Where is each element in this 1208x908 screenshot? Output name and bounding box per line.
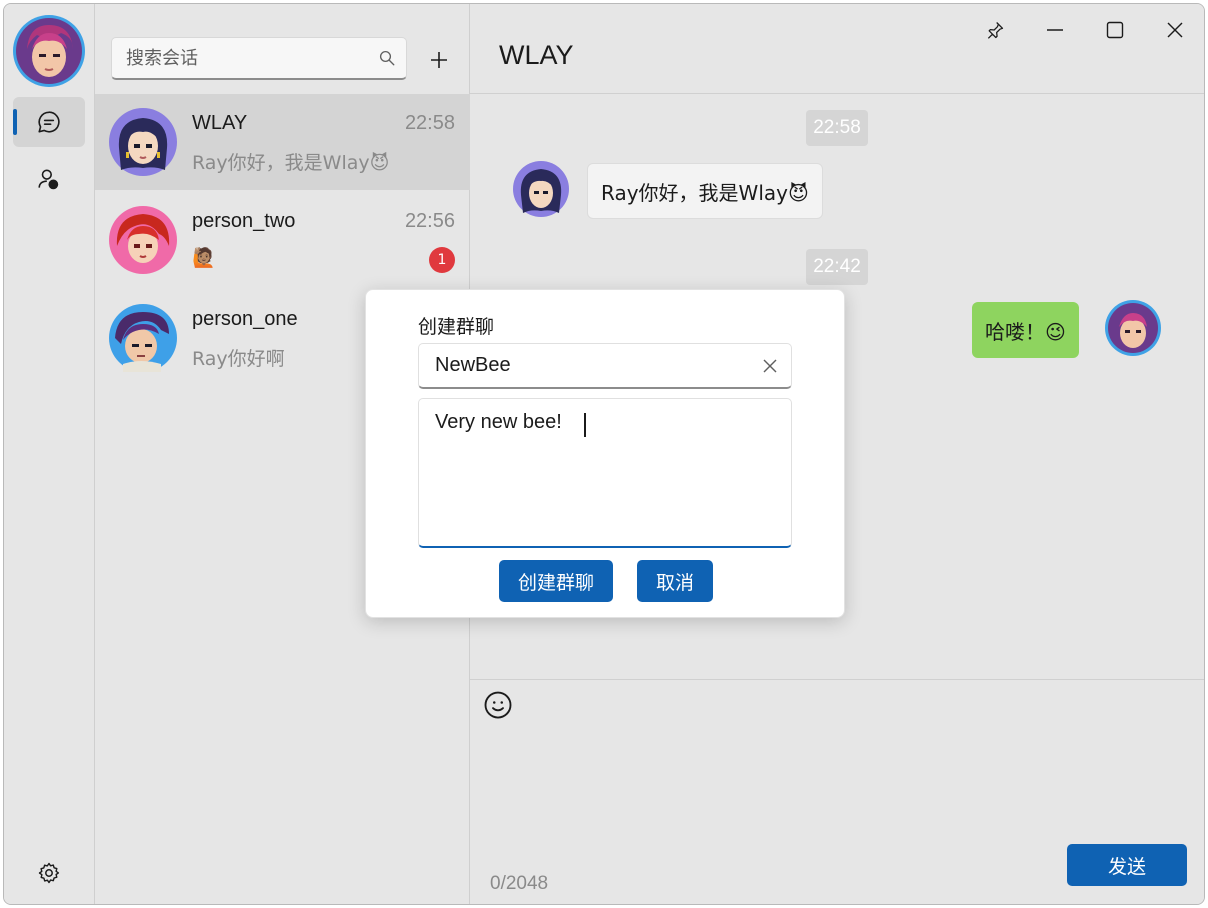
nav-chats-button[interactable] <box>13 97 85 147</box>
app-window: WLAY 22:58 Ray你好，我是Wlay😈 person_two 22:5… <box>3 3 1205 905</box>
close-button[interactable] <box>1152 12 1198 48</box>
conversation-time: 22:58 <box>404 112 455 134</box>
conversation-name: WLAY <box>192 112 248 134</box>
settings-button[interactable] <box>32 856 66 890</box>
conversation-name: person_two <box>192 210 296 232</box>
incoming-message-bubble[interactable]: Ray你好，我是Wlay😈 <box>587 163 823 219</box>
text-caret <box>584 413 586 437</box>
avatar <box>109 206 177 274</box>
message-composer[interactable]: 0/2048 发送 <box>470 679 1204 904</box>
character-counter: 0/2048 <box>490 873 549 894</box>
contact-avatar[interactable] <box>513 161 569 217</box>
search-box[interactable] <box>111 37 407 80</box>
create-group-button[interactable]: 创建群聊 <box>499 560 613 602</box>
minimize-icon <box>1047 29 1063 31</box>
my-avatar[interactable] <box>13 15 85 87</box>
nav-contacts-button[interactable] <box>13 154 85 204</box>
message-timestamp: 22:42 <box>806 249 868 285</box>
new-group-button[interactable] <box>421 42 457 78</box>
avatar <box>109 108 177 176</box>
close-icon <box>1167 22 1183 38</box>
dialog-title: 创建群聊 <box>418 316 495 338</box>
search-input[interactable] <box>126 47 378 69</box>
group-description-field[interactable]: Very new bee! <box>418 398 792 548</box>
unread-badge: 1 <box>429 247 455 273</box>
plus-icon <box>431 52 447 68</box>
conversation-preview: Ray你好，我是Wlay😈 <box>192 152 390 174</box>
chat-header: WLAY <box>470 4 1204 94</box>
group-name-field[interactable] <box>418 343 792 389</box>
pin-button[interactable] <box>972 12 1018 48</box>
pin-icon <box>987 22 1004 39</box>
avatar <box>109 304 177 372</box>
chat-title: WLAY <box>499 40 574 70</box>
group-description-input[interactable]: Very new bee! <box>435 411 775 534</box>
smiley-icon <box>484 691 512 719</box>
gear-icon <box>38 862 60 884</box>
cancel-button[interactable]: 取消 <box>637 560 713 602</box>
create-group-dialog: 创建群聊 Very new bee! 创建群聊 取消 <box>365 289 845 618</box>
maximize-icon <box>1106 21 1124 39</box>
group-name-input[interactable] <box>435 354 763 377</box>
chat-bubble-icon <box>38 111 60 133</box>
clear-icon[interactable] <box>763 359 777 373</box>
conversation-preview: 🙋🏽 <box>192 247 216 269</box>
contacts-icon <box>38 169 59 190</box>
conversation-name: person_one <box>192 308 298 330</box>
emoji-button[interactable] <box>483 690 519 726</box>
maximize-button[interactable] <box>1092 12 1138 48</box>
conversation-item[interactable]: WLAY 22:58 Ray你好，我是Wlay😈 <box>95 94 470 190</box>
outgoing-message-bubble[interactable]: 哈喽！😉 <box>972 302 1079 358</box>
my-message-avatar[interactable] <box>1105 300 1161 356</box>
send-button[interactable]: 发送 <box>1067 844 1187 886</box>
conversation-time: 22:56 <box>404 210 455 232</box>
message-timestamp: 22:58 <box>806 110 868 146</box>
conversation-item[interactable]: person_two 22:56 🙋🏽 1 <box>95 192 470 288</box>
minimize-button[interactable] <box>1032 12 1078 48</box>
search-icon[interactable] <box>378 49 396 67</box>
nav-rail <box>4 4 95 904</box>
conversation-preview: Ray你好啊 <box>192 348 285 370</box>
